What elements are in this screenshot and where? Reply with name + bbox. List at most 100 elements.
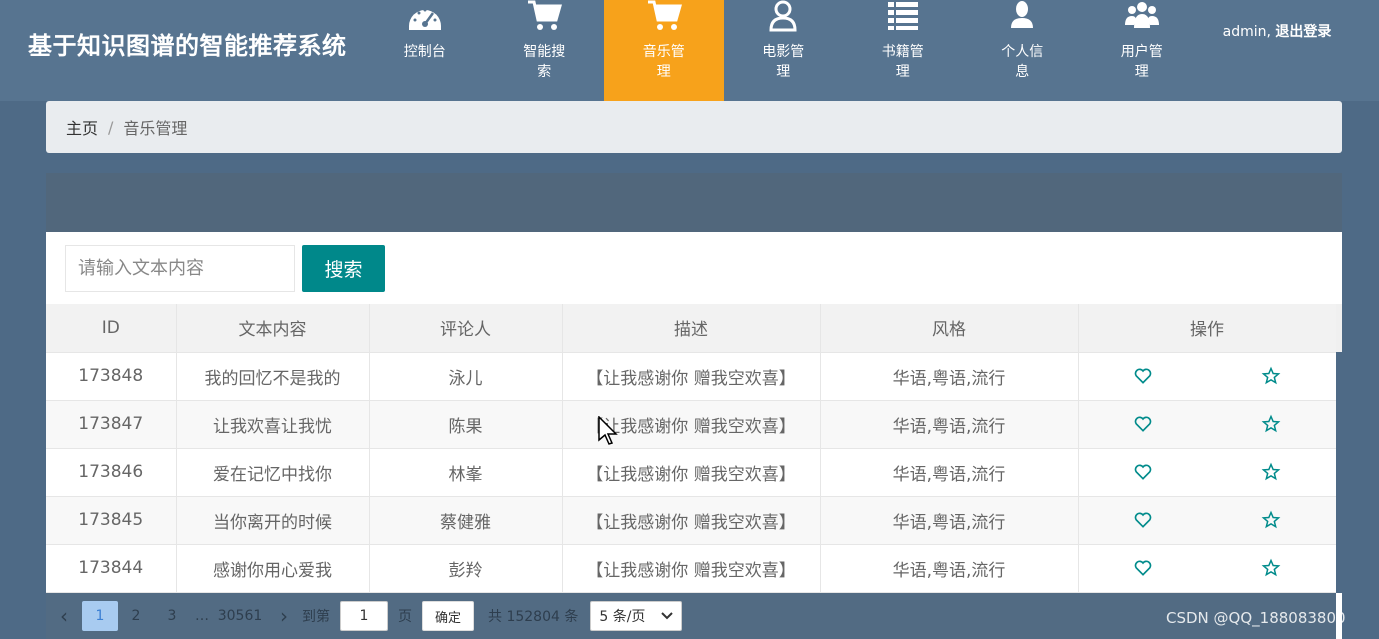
column-header-style: 风格 [820,304,1079,353]
app-title: 基于知识图谱的智能推荐系统 [28,32,347,60]
heart-icon[interactable] [1133,558,1153,578]
cell-text: 感谢你用心爱我 [176,544,370,593]
cell-description: 【让我感谢你 赠我空欢喜】 [562,544,821,593]
main-nav: 控制台 智能搜索 音乐管理 电影管理 书籍管理 个人信息 用户管理 [365,0,1202,101]
cell-style: 华语,粤语,流行 [820,400,1079,449]
search-input[interactable] [65,245,295,292]
cell-actions [1078,544,1337,593]
nav-item-movie[interactable]: 电影管理 [724,0,844,101]
shopping-cart-icon [647,0,682,30]
prev-page-chevron-icon[interactable]: ‹ [46,604,82,628]
nav-label: 书籍管理 [881,44,924,80]
star-icon[interactable] [1261,414,1281,434]
nav-label: 电影管理 [762,44,805,80]
goto-label: 到第 [302,609,330,625]
page-button-3[interactable]: 3 [154,601,190,631]
nav-label: 音乐管理 [642,44,685,80]
breadcrumb-separator: / [108,117,114,137]
list-icon [887,2,918,30]
page-button-1[interactable]: 1 [82,601,118,631]
cell-style: 华语,粤语,流行 [820,496,1079,545]
nav-item-profile[interactable]: 个人信息 [963,0,1083,101]
breadcrumb: 主页 / 音乐管理 [46,101,1342,153]
nav-item-music[interactable]: 音乐管理 [604,0,724,101]
cell-reviewer: 陈果 [369,400,563,449]
heart-icon[interactable] [1133,462,1153,482]
nav-item-users[interactable]: 用户管理 [1082,0,1202,101]
music-table: ID 文本内容 评论人 描述 风格 操作 173848 我的回忆不是我的 泳儿 … [46,304,1337,593]
next-page-chevron-icon[interactable]: › [266,604,302,628]
page-size-select[interactable]: 5 条/页 [590,601,683,631]
goto-page-input[interactable] [340,601,388,631]
cell-id: 173844 [46,544,177,593]
breadcrumb-home[interactable]: 主页 [66,115,98,139]
cell-id: 173847 [46,400,177,449]
table-scrollbar-thumb[interactable] [1336,352,1342,593]
search-button[interactable]: 搜索 [302,245,385,292]
watermark: CSDN @QQ_188083800 [1166,609,1346,627]
pagination: ‹ 1 2 3 … 30561 › 到第 页 确定 共 152804 条 5 条… [46,593,1336,639]
shopping-cart-icon [528,0,563,30]
star-icon[interactable] [1261,558,1281,578]
column-header-text: 文本内容 [176,304,370,353]
cell-text: 爱在记忆中找你 [176,448,370,497]
cell-style: 华语,粤语,流行 [820,448,1079,497]
page-button-last[interactable]: 30561 [214,601,266,631]
cell-description: 【让我感谢你 赠我空欢喜】 [562,496,821,545]
cell-description: 【让我感谢你 赠我空欢喜】 [562,352,821,401]
nav-item-dashboard[interactable]: 控制台 [365,0,485,101]
cell-text: 让我欢喜让我忧 [176,400,370,449]
nav-label: 智能搜索 [523,44,566,80]
nav-item-smart-search[interactable]: 智能搜索 [485,0,605,101]
user-outline-icon [769,0,797,32]
total-count: 共 152804 条 [488,609,579,625]
column-header-description: 描述 [562,304,821,353]
cell-actions [1078,448,1337,497]
cell-text: 当你离开的时候 [176,496,370,545]
heart-icon[interactable] [1133,366,1153,386]
column-header-id: ID [46,304,177,353]
table-row: 173848 我的回忆不是我的 泳儿 【让我感谢你 赠我空欢喜】 华语,粤语,流… [46,352,1337,401]
cell-style: 华语,粤语,流行 [820,352,1079,401]
nav-item-books[interactable]: 书籍管理 [843,0,963,101]
star-icon[interactable] [1261,462,1281,482]
nav-label: 个人信息 [1001,44,1044,80]
mouse-cursor-icon [598,416,618,445]
user-area: admin, 退出登录 [1222,22,1332,42]
cell-text: 我的回忆不是我的 [176,352,370,401]
top-header: 基于知识图谱的智能推荐系统 控制台 智能搜索 音乐管理 电影管理 书籍管理 个人… [0,0,1379,101]
logout-link[interactable]: 退出登录 [1275,24,1331,40]
cell-reviewer: 泳儿 [369,352,563,401]
table-row: 173844 感谢你用心爱我 彭羚 【让我感谢你 赠我空欢喜】 华语,粤语,流行 [46,544,1337,593]
column-header-reviewer: 评论人 [369,304,563,353]
page-ellipsis: … [195,608,209,624]
breadcrumb-current: 音乐管理 [123,119,188,138]
cell-id: 173845 [46,496,177,545]
cell-actions [1078,496,1337,545]
cell-id: 173846 [46,448,177,497]
star-icon[interactable] [1261,510,1281,530]
dashboard-gauge-icon [408,8,441,30]
table-row: 173845 当你离开的时候 蔡健雅 【让我感谢你 赠我空欢喜】 华语,粤语,流… [46,496,1337,545]
cell-actions [1078,400,1337,449]
cell-reviewer: 林峯 [369,448,563,497]
users-icon [1124,2,1159,28]
cell-description: 【让我感谢你 赠我空欢喜】 [562,448,821,497]
music-panel: 搜索 ID 文本内容 评论人 描述 风格 操作 173848 我的回忆不是我的 … [46,232,1342,639]
goto-confirm-button[interactable]: 确定 [422,601,475,631]
cell-reviewer: 蔡健雅 [369,496,563,545]
nav-label: 控制台 [403,44,446,60]
cell-style: 华语,粤语,流行 [820,544,1079,593]
star-icon[interactable] [1261,366,1281,386]
cell-id: 173848 [46,352,177,401]
heart-icon[interactable] [1133,510,1153,530]
page-button-2[interactable]: 2 [118,601,154,631]
page-unit-label: 页 [398,609,412,625]
cell-reviewer: 彭羚 [369,544,563,593]
cell-actions [1078,352,1337,401]
nav-label: 用户管理 [1120,44,1163,80]
table-header-row: ID 文本内容 评论人 描述 风格 操作 [46,304,1337,353]
heart-icon[interactable] [1133,414,1153,434]
column-header-actions: 操作 [1078,304,1337,353]
table-row: 173846 爱在记忆中找你 林峯 【让我感谢你 赠我空欢喜】 华语,粤语,流行 [46,448,1337,497]
